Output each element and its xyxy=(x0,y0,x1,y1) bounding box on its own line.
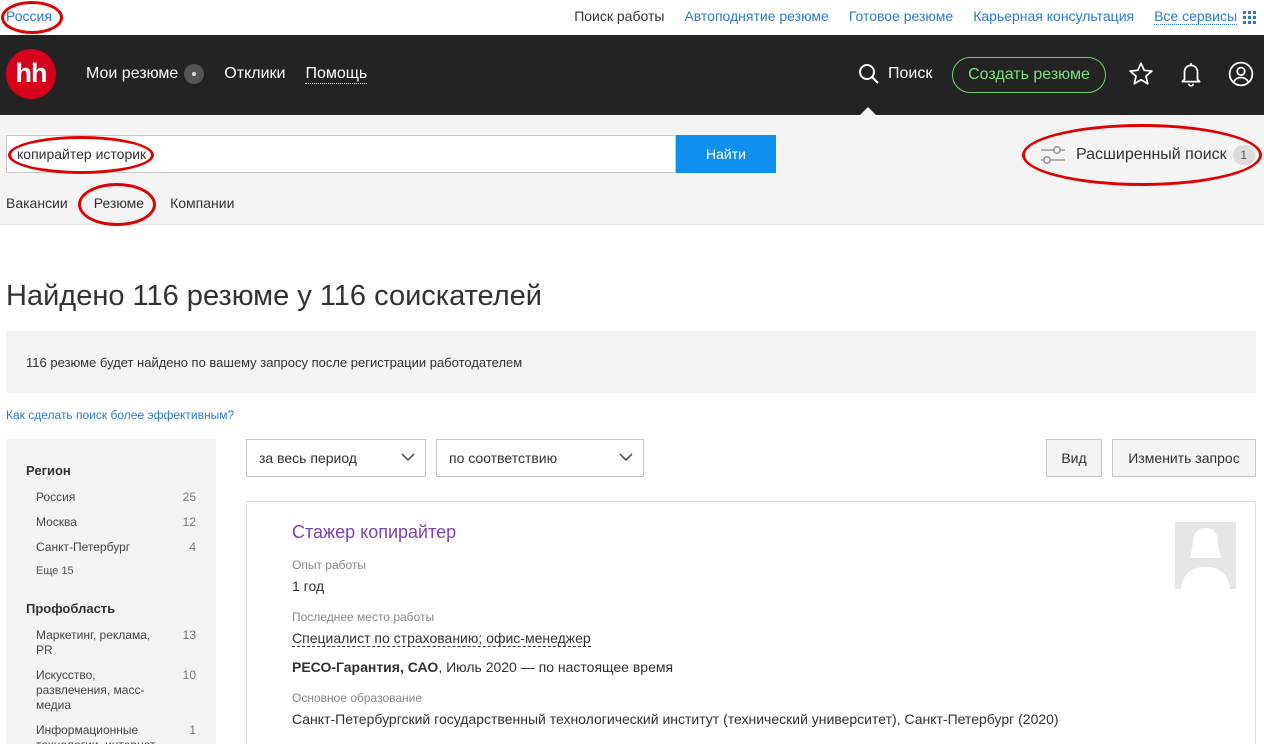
grid-icon xyxy=(1243,10,1256,24)
all-services-label: Все сервисы xyxy=(1154,8,1237,25)
main-header: hh Мои резюме Отклики Помощь Поиск Созда… xyxy=(0,35,1264,115)
prof-filter-item[interactable]: Информационные технологии, интернет 1 xyxy=(26,723,196,744)
filter-sidebar: Регион Россия 25 Москва 12 Санкт-Петербург… xyxy=(6,439,216,744)
chevron-down-icon xyxy=(619,453,633,462)
region-filter-item[interactable]: Москва 12 xyxy=(26,515,196,530)
change-query-button[interactable]: Изменить запрос xyxy=(1112,439,1256,477)
resume-title-link[interactable]: Стажер копирайтер xyxy=(292,522,456,543)
registration-notice-text: 116 резюме будет найдено по вашему запро… xyxy=(26,355,523,370)
create-resume-button[interactable]: Создать резюме xyxy=(952,57,1106,93)
active-caret xyxy=(860,107,876,115)
tab-vacancies[interactable]: Вакансии xyxy=(6,195,68,211)
advanced-search-link[interactable]: Расширенный поиск 1 xyxy=(1040,143,1255,167)
nav-search-label: Поиск xyxy=(888,65,933,82)
tab-resumes[interactable]: Резюме xyxy=(94,195,144,211)
auto-raise-link[interactable]: Автоподнятие резюме xyxy=(684,8,828,24)
find-button[interactable]: Найти xyxy=(676,135,776,173)
hh-logo[interactable]: hh xyxy=(6,49,56,99)
last-job-position[interactable]: Специалист по страхованию; офис-менеджер xyxy=(292,630,591,647)
experience-label: Опыт работы xyxy=(292,558,367,572)
sliders-icon xyxy=(1041,145,1065,165)
last-job-company-line: РЕСО-Гарантия, САО, Июль 2020 — по насто… xyxy=(292,659,673,675)
resume-card: Стажер копирайтер Опыт работы 1 год Посл… xyxy=(246,501,1256,744)
education-label: Основное образование xyxy=(292,691,423,705)
prof-filter-count: 10 xyxy=(182,668,196,682)
prof-filter-item[interactable]: Искусство, развлечения, масс-медиа 10 xyxy=(26,668,196,713)
region-filter-item[interactable]: Санкт-Петербург 4 xyxy=(26,540,196,555)
region-filter-label: Москва xyxy=(36,515,77,529)
search-area: Найти Расширенный поиск 1 Вакансии Резюм… xyxy=(0,115,1264,225)
top-utility-bar: Россия Поиск работы Автоподнятие резюме … xyxy=(0,0,1264,35)
search-icon xyxy=(859,64,879,84)
experience-value: 1 год xyxy=(292,578,325,594)
chevron-down-icon xyxy=(401,453,415,462)
bell-icon[interactable] xyxy=(1178,61,1204,87)
region-filter-count: 4 xyxy=(189,540,196,554)
region-link[interactable]: Россия xyxy=(6,8,52,24)
user-profile-icon[interactable] xyxy=(1228,61,1254,87)
search-type-tabs: Вакансии Резюме Компании xyxy=(6,195,260,211)
all-services-link[interactable]: Все сервисы xyxy=(1154,8,1256,25)
prof-filter-count: 13 xyxy=(182,628,196,642)
region-more-link[interactable]: Еще 15 xyxy=(26,565,196,577)
sort-select-value: по соответствию xyxy=(449,450,558,466)
last-job-label: Последнее место работы xyxy=(292,610,435,624)
prof-heading: Профобласть xyxy=(26,601,116,616)
education-value: Санкт-Петербургский государственный техн… xyxy=(292,711,1059,727)
search-input[interactable] xyxy=(6,135,676,173)
period-select-value: за весь период xyxy=(259,450,357,466)
advanced-search-label: Расширенный поиск xyxy=(1076,146,1227,163)
last-job-company: РЕСО-Гарантия, САО xyxy=(292,659,439,675)
dot-indicator-icon xyxy=(184,64,205,84)
nav-responses[interactable]: Отклики xyxy=(224,65,285,83)
period-select[interactable]: за весь период xyxy=(246,439,426,477)
region-filter-count: 25 xyxy=(182,490,196,504)
advanced-search-count-badge: 1 xyxy=(1232,145,1255,165)
results-title: Найдено 116 резюме у 116 соискателей xyxy=(6,280,542,312)
prof-filter-label: Искусство, развлечения, масс-медиа xyxy=(36,668,145,712)
last-job-period: , Июль 2020 — по настоящее время xyxy=(438,659,674,675)
prof-filter-count: 1 xyxy=(189,723,196,737)
avatar xyxy=(1175,522,1236,589)
ready-resume-link[interactable]: Готовое резюме xyxy=(849,8,953,24)
nav-my-resumes[interactable]: Мои резюме xyxy=(86,64,205,84)
tab-companies[interactable]: Компании xyxy=(170,195,234,211)
nav-search[interactable]: Поиск xyxy=(858,63,932,85)
view-button[interactable]: Вид xyxy=(1046,439,1102,477)
search-tips-link[interactable]: Как сделать поиск более эффективным? xyxy=(6,408,234,422)
prof-filter-label: Маркетинг, реклама, PR xyxy=(36,628,151,657)
region-filter-label: Санкт-Петербург xyxy=(36,540,131,554)
sort-select[interactable]: по соответствию xyxy=(436,439,644,477)
prof-filter-item[interactable]: Маркетинг, реклама, PR 13 xyxy=(26,628,196,658)
prof-filter-label: Информационные технологии, интернет xyxy=(36,723,156,744)
main-nav: Мои резюме Отклики Помощь xyxy=(86,64,387,84)
region-filter-label: Россия xyxy=(36,490,76,504)
job-search-link[interactable]: Поиск работы xyxy=(574,8,664,24)
nav-my-resumes-label: Мои резюме xyxy=(86,65,179,82)
region-filter-item[interactable]: Россия 25 xyxy=(26,490,196,505)
career-consult-link[interactable]: Карьерная консультация xyxy=(973,8,1134,24)
region-heading: Регион xyxy=(26,463,71,478)
region-filter-count: 12 xyxy=(182,515,196,529)
user-placeholder-icon xyxy=(1181,528,1230,589)
registration-notice: 116 резюме будет найдено по вашему запро… xyxy=(6,331,1256,393)
star-icon[interactable] xyxy=(1128,61,1154,87)
nav-help[interactable]: Помощь xyxy=(305,65,368,84)
top-links: Поиск работы Автоподнятие резюме Готовое… xyxy=(574,8,1256,25)
